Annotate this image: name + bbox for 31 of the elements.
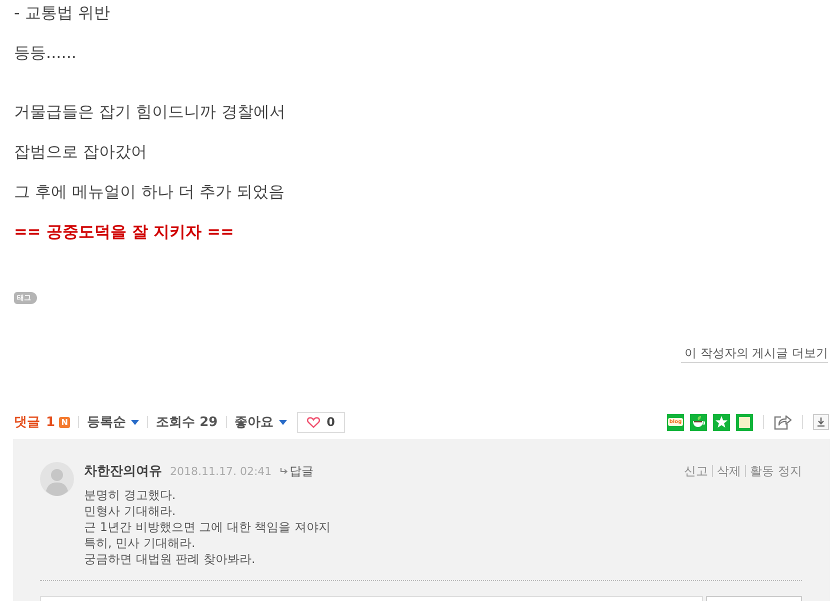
post-paragraph: 등등......: [14, 42, 77, 64]
post-paragraph: 잡범으로 잡아갔어: [14, 141, 148, 163]
star-icon: [715, 416, 728, 428]
views-label: 조회수 29: [156, 414, 218, 431]
post-paragraph: 그 후에 메뉴얼이 하나 더 추가 되었음: [14, 181, 285, 203]
comment-text: 분명히 경고했다. 민형사 기대해라. 근 1년간 비방했으면 그에 대한 책임을 져야지 특히, 민사 기대해라. 궁금하면 대법원 판례 찾아봐라.: [84, 487, 331, 567]
reply-arrow-icon: [280, 468, 288, 474]
comment-author[interactable]: 차한잔의여유: [84, 462, 162, 480]
highlighted-paragraph: == 공중도덕을 잘 지키자 ==: [14, 221, 234, 243]
star-share-button[interactable]: [713, 414, 730, 430]
caret-icon: [278, 420, 287, 424]
comments-title[interactable]: 댓글: [14, 413, 40, 431]
post-paragraph: 거물급들은 잡기 힘이드니까 경찰에서: [14, 101, 286, 123]
cup-share-button[interactable]: [690, 414, 707, 430]
share-icon: [774, 414, 792, 430]
note-icon: [739, 416, 750, 428]
download-icon: [813, 414, 829, 430]
comment-count: 1: [46, 414, 56, 430]
memo-share-button[interactable]: [736, 414, 753, 430]
cup-icon: [692, 416, 705, 428]
like-button[interactable]: 0: [296, 412, 346, 432]
post-paragraph: - 교통법 위반: [14, 2, 110, 24]
caret-icon: [131, 420, 140, 424]
share-button[interactable]: [774, 414, 792, 430]
likes-dropdown[interactable]: 좋아요: [234, 413, 287, 431]
sort-dropdown[interactable]: 등록순: [87, 413, 140, 431]
more-posts-link[interactable]: 이 작성자의 게시글 더보기: [680, 345, 828, 363]
download-button[interactable]: [813, 414, 829, 430]
comment-date: 2018.11.17. 02:41: [170, 464, 272, 478]
reply-button[interactable]: 답글: [280, 462, 314, 480]
new-badge: N: [59, 416, 70, 428]
